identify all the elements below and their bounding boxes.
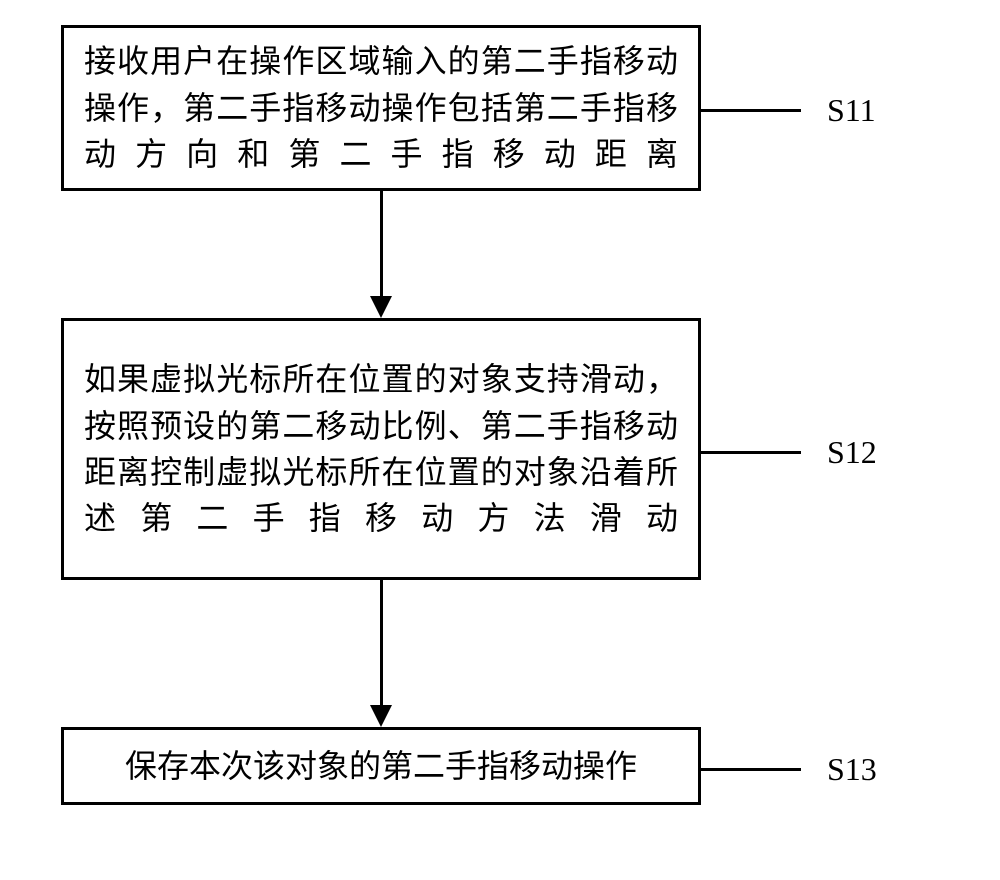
- flow-node-s11: 接收用户在操作区域输入的第二手指移动操作，第二手指移动操作包括第二手指移动方向和…: [61, 25, 701, 191]
- flow-node-text: 接收用户在操作区域输入的第二手指移动操作，第二手指移动操作包括第二手指移动方向和…: [84, 38, 678, 177]
- arrow-head: [370, 705, 392, 727]
- leader-line: [701, 768, 801, 771]
- flowchart-canvas: 接收用户在操作区域输入的第二手指移动操作，第二手指移动操作包括第二手指移动方向和…: [0, 0, 1000, 880]
- step-label-s12: S12: [827, 436, 877, 468]
- flow-node-text: 保存本次该对象的第二手指移动操作: [125, 743, 637, 789]
- arrow-head: [370, 296, 392, 318]
- leader-line: [701, 451, 801, 454]
- flow-node-text: 如果虚拟光标所在位置的对象支持滑动，按照预设的第二移动比例、第二手指移动距离控制…: [84, 356, 678, 542]
- arrow-s11-s12: [380, 191, 383, 299]
- leader-line: [701, 109, 801, 112]
- step-label-s11: S11: [827, 94, 876, 126]
- arrow-s12-s13: [380, 580, 383, 708]
- flow-node-s12: 如果虚拟光标所在位置的对象支持滑动，按照预设的第二移动比例、第二手指移动距离控制…: [61, 318, 701, 580]
- flow-node-s13: 保存本次该对象的第二手指移动操作: [61, 727, 701, 805]
- step-label-s13: S13: [827, 753, 877, 785]
